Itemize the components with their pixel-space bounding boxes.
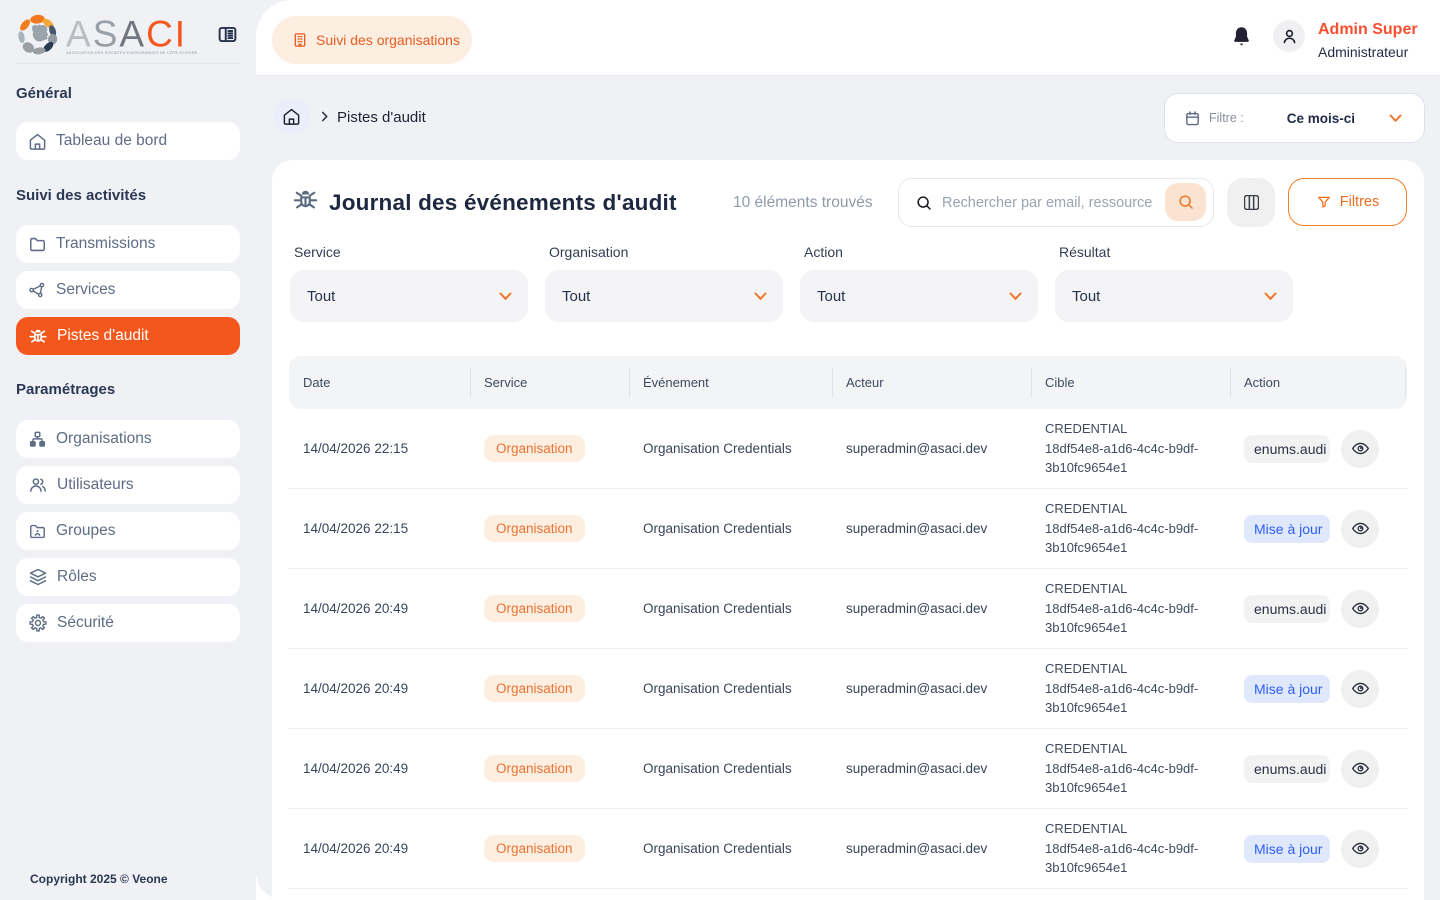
svg-text:ASSOCIATION DES SOCIETES D'ASS: ASSOCIATION DES SOCIETES D'ASSURANCES DE… [66,50,198,55]
svg-text:ASACI: ASACI [66,14,187,55]
